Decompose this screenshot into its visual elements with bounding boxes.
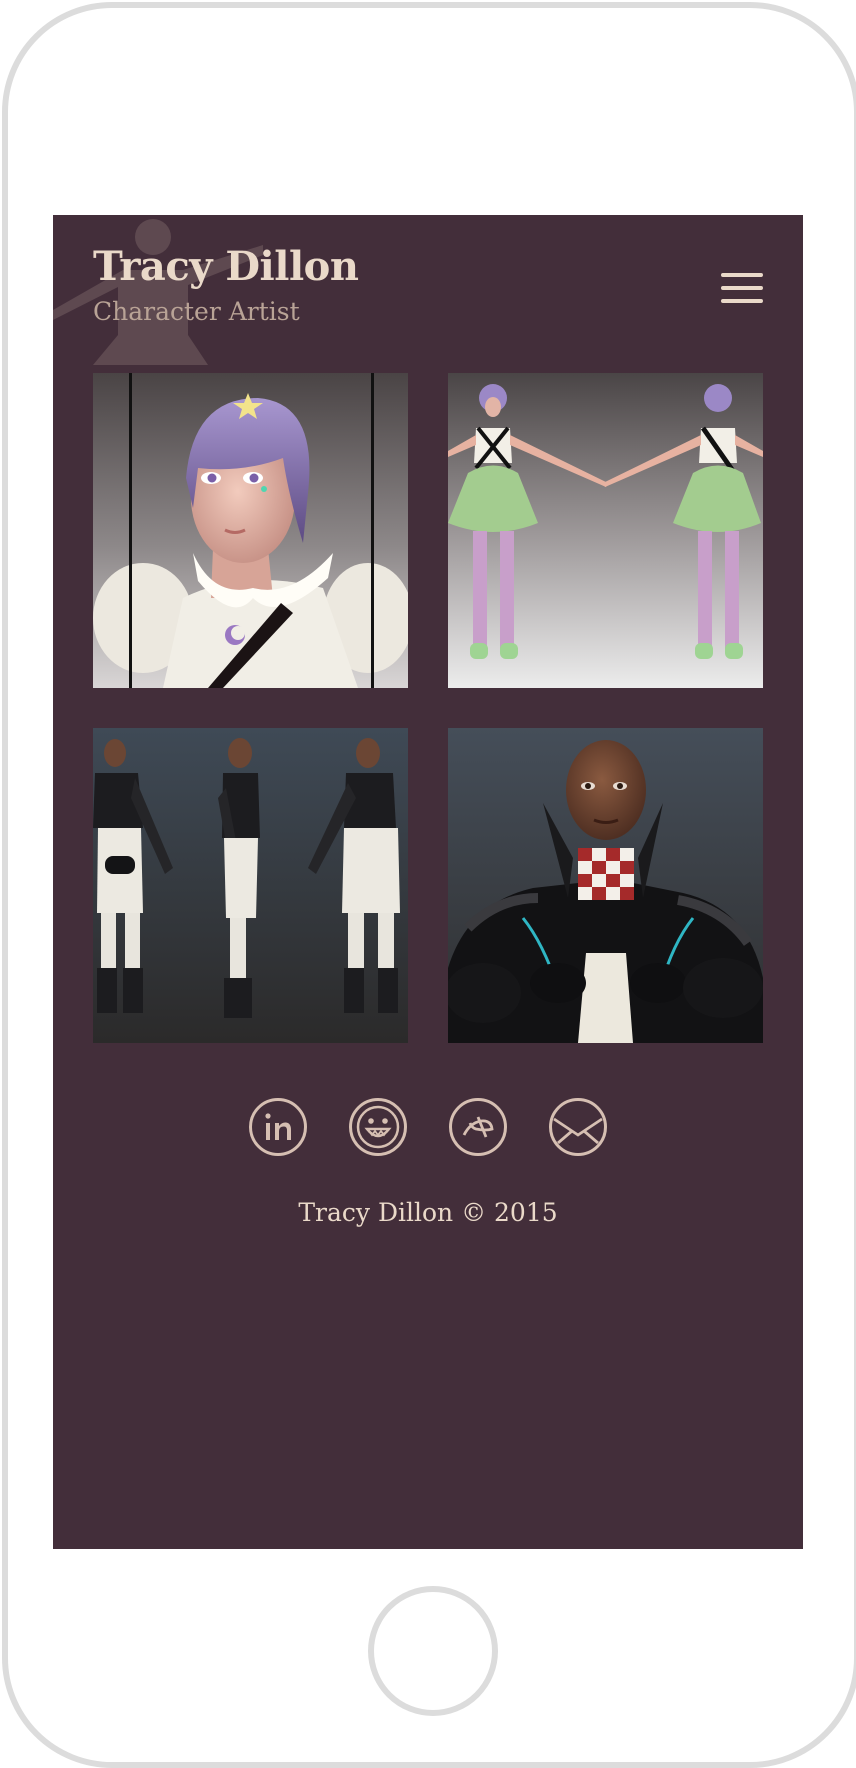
- gallery-item-girl-closeup[interactable]: [93, 373, 408, 688]
- linkedin-icon[interactable]: [248, 1097, 308, 1157]
- artwork-thumbnail: [448, 728, 763, 1043]
- site-screen: Tracy Dillon Character Artist Tracy Dill…: [53, 215, 803, 1549]
- envelope-icon[interactable]: [548, 1097, 608, 1157]
- social-links: [53, 1097, 803, 1157]
- home-button[interactable]: [368, 1586, 498, 1716]
- artwork-thumbnail: [93, 728, 408, 1043]
- gallery-item-armored-turnaround[interactable]: [93, 728, 408, 1043]
- gallery-item-armored-closeup[interactable]: [448, 728, 763, 1043]
- hamburger-menu-icon[interactable]: [721, 270, 763, 306]
- site-title[interactable]: Tracy Dillon: [93, 245, 359, 289]
- smiley-icon[interactable]: [348, 1097, 408, 1157]
- site-subtitle: Character Artist: [93, 297, 300, 326]
- artwork-thumbnail: [448, 373, 763, 688]
- artwork-thumbnail: [93, 373, 408, 688]
- site-header: Tracy Dillon Character Artist: [93, 245, 763, 335]
- dribbble-icon[interactable]: [448, 1097, 508, 1157]
- footer-copyright: Tracy Dillon © 2015: [298, 1198, 558, 1227]
- gallery-item-girl-turnaround[interactable]: [448, 373, 763, 688]
